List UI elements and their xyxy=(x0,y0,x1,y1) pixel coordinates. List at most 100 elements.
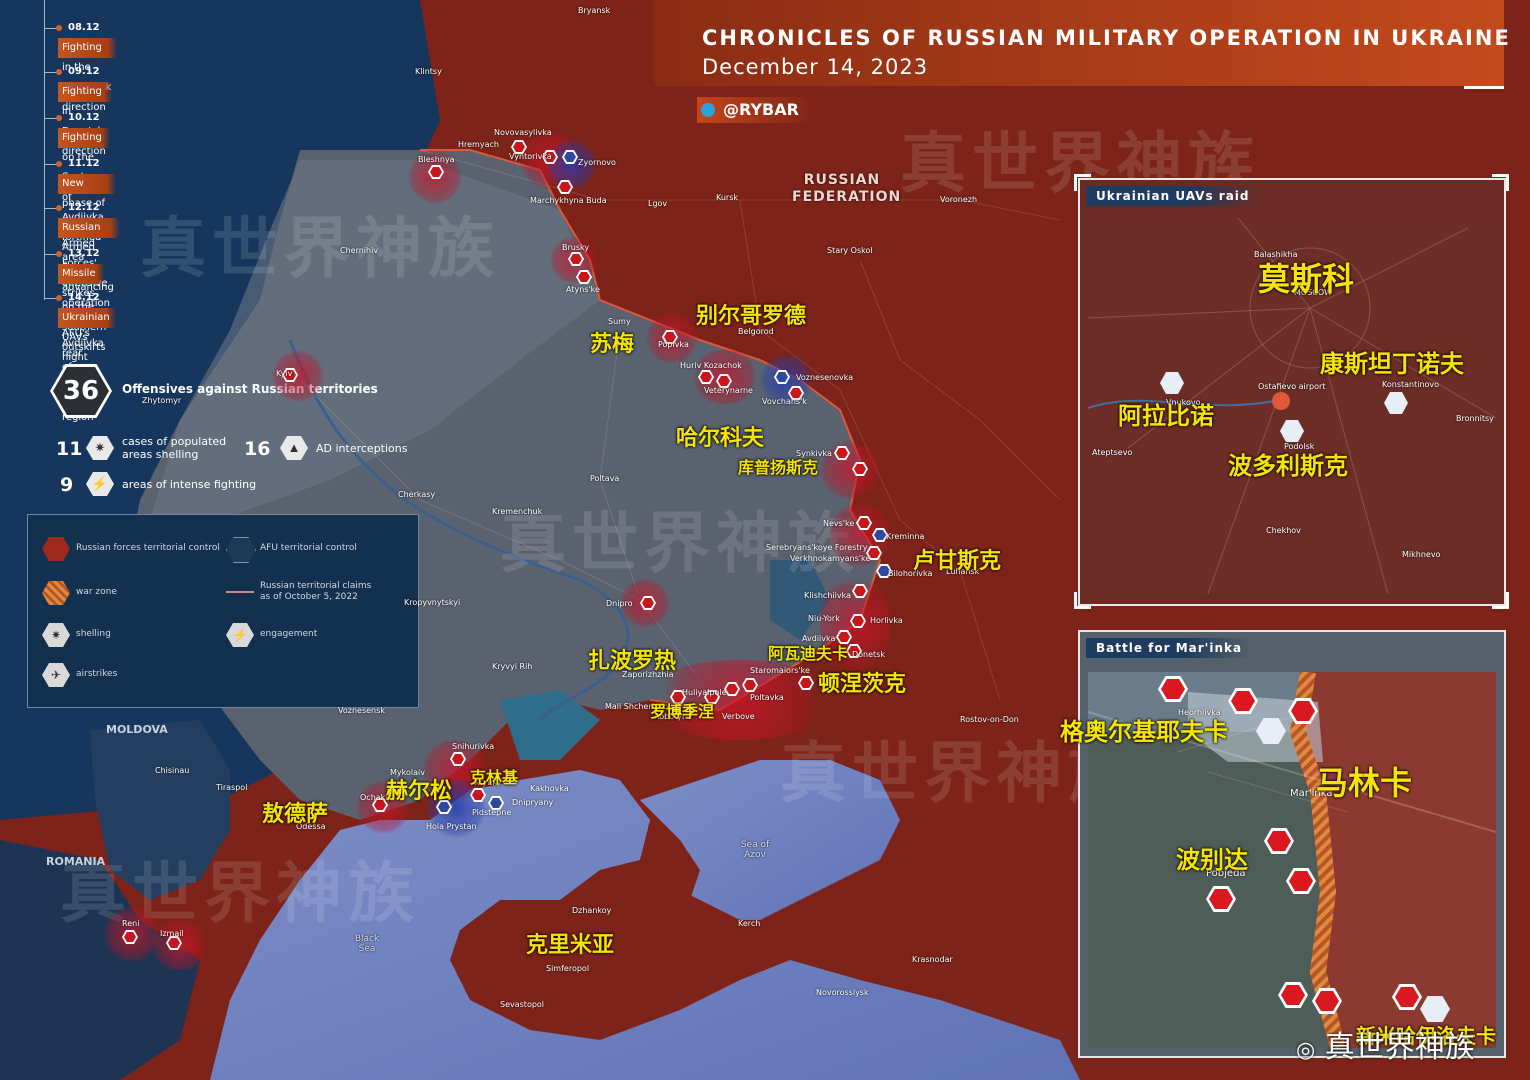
city-label: Kryvyi Rih xyxy=(492,662,533,671)
cn-label: 克林基 xyxy=(470,768,519,787)
frame-corner xyxy=(1074,592,1091,609)
city-label: Staromaiors'ke xyxy=(750,666,810,675)
cn-label: 库普扬斯克 xyxy=(738,458,819,477)
page-title: CHRONICLES OF RUSSIAN MILITARY OPERATION… xyxy=(702,26,1511,50)
city-label: Zhytomyr xyxy=(142,396,182,405)
fighting-label: areas of intense fighting xyxy=(122,478,257,491)
city-label: Sumy xyxy=(608,317,631,326)
city-label: Nevs'ke xyxy=(823,519,855,528)
timeline-dot xyxy=(56,161,62,167)
frame-corner xyxy=(1492,174,1509,191)
legend-label: AFU territorial control xyxy=(260,543,357,553)
place-label: Mikhnevo xyxy=(1402,550,1441,559)
place-label: Bronnitsy xyxy=(1456,414,1494,423)
brand-label: @RYBAR xyxy=(723,100,799,119)
timeline-date: 09.12 xyxy=(68,66,100,77)
city-label: Verkhnokamyans'ke xyxy=(790,554,871,563)
cn-label: 苏梅 xyxy=(590,332,635,357)
legend-label: engagement xyxy=(260,629,318,639)
shelling-label: cases of populated areas shelling xyxy=(122,435,227,461)
country-label: RUSSIAN FEDERATION xyxy=(792,172,902,205)
telegram-icon xyxy=(701,103,715,117)
legend-label: Russian territorial claims as of October… xyxy=(260,581,372,602)
inset-marinka: Battle for Mar'inka Heorhiivka Mar'inka … xyxy=(1060,630,1506,1058)
city-label: Novorossiysk xyxy=(816,988,869,997)
place-label: Konstantinovo xyxy=(1382,380,1440,389)
inset-uav-title: Ukrainian UAVs raid xyxy=(1086,186,1260,206)
city-label: Hola Prystan xyxy=(426,822,477,831)
city-label: Kropyvnytskyi xyxy=(404,598,461,607)
city-label: Veterynarne xyxy=(704,386,753,395)
city-label: Marchykhyna Buda xyxy=(530,196,607,205)
sea-label: Black Sea xyxy=(354,934,380,954)
city-label: Klishchiivka xyxy=(804,591,851,600)
telegram-handle[interactable]: @RYBAR xyxy=(697,97,817,123)
city-label: Cherkasy xyxy=(398,490,436,499)
city-label: Vyntorivka xyxy=(509,152,552,161)
inset-marinka-title: Battle for Mar'inka xyxy=(1086,638,1253,658)
timeline-dot xyxy=(56,251,62,257)
cn-label: 罗博季涅 xyxy=(650,702,715,721)
timeline-date: 13.12 xyxy=(68,248,100,259)
legend: Russian forces territorial control AFU t… xyxy=(27,514,419,708)
timeline-text: Fighting on the flanks of Avdiivka forti… xyxy=(58,128,110,263)
city-label: Kreminna xyxy=(886,532,925,541)
city-label: Lgov xyxy=(648,199,668,208)
timeline-date: 10.12 xyxy=(68,112,100,123)
city-label: Niu-York xyxy=(808,614,840,623)
city-label: Huliyaipole xyxy=(682,688,727,697)
city-label: Sevastopol xyxy=(500,1000,545,1009)
city-label: Bryansk xyxy=(578,6,611,15)
timeline-date: 12.12 xyxy=(68,202,100,213)
timeline-date: 08.12 xyxy=(68,22,100,33)
city-label: Horlivka xyxy=(870,616,903,625)
country-label: MOLDOVA xyxy=(106,723,168,736)
legend-label: airstrikes xyxy=(76,669,118,679)
cn-label: 康斯坦丁诺夫 xyxy=(1320,350,1464,378)
place-label: Ateptsevo xyxy=(1092,448,1133,457)
city-label: Dnipro xyxy=(606,599,633,608)
cn-label: 波多利斯克 xyxy=(1228,452,1348,480)
cn-label: 马林卡 xyxy=(1316,764,1413,802)
offensives-label: Offensives against Russian territories xyxy=(122,382,378,396)
airport-icon xyxy=(1272,392,1290,410)
city-label: Voznesensk xyxy=(338,706,385,715)
city-label: Donetsk xyxy=(852,650,885,659)
cn-label: 别尔哥罗德 xyxy=(696,304,807,329)
city-label: Popivka xyxy=(658,340,689,349)
watermark-3: 真世界神族 xyxy=(500,504,860,582)
inset-uav-raid: Ukrainian UAVs raid Balashikha MOSCOW Vn… xyxy=(1078,178,1506,606)
city-label: Voznesenovka xyxy=(796,373,854,382)
city-label: Rostov-on-Don xyxy=(960,715,1019,724)
timeline-text: Fighting in the Starobilsk direction xyxy=(58,38,118,113)
city-label: Kyiv xyxy=(276,369,293,378)
city-label: Chernihiv xyxy=(340,246,379,255)
city-label: Vovchans'k xyxy=(762,397,807,406)
city-label: Voronezh xyxy=(940,195,978,204)
ad-count: 16 xyxy=(244,438,271,460)
title-underline xyxy=(1464,86,1504,89)
city-label: Bleshnya xyxy=(418,155,455,164)
city-label: Izmail xyxy=(160,929,184,938)
frame-corner xyxy=(1074,174,1091,191)
legend-label: Russian forces territorial control xyxy=(76,543,220,553)
cn-label: 扎波罗热 xyxy=(588,649,677,674)
map-canvas: 真世界神族 真世界神族 真世界神族 真世界神族 真世界神族 CHRONICLES… xyxy=(0,0,1530,1080)
city-label: Stary Oskol xyxy=(827,246,873,255)
city-label: Poltavka xyxy=(750,693,784,702)
ad-label: AD interceptions xyxy=(316,442,408,455)
city-label: Hremyach xyxy=(458,140,499,149)
timeline-text: New phase of Russian Armed Forces' offen… xyxy=(58,174,117,349)
timeline-text: Missile strikes on AFU's rear objects xyxy=(58,264,105,379)
timeline-dot xyxy=(56,205,62,211)
timeline-dot xyxy=(56,25,62,31)
city-label: Chisinau xyxy=(155,766,190,775)
city-label: Poltava xyxy=(590,474,620,483)
city-label: Brusky xyxy=(562,243,590,252)
cn-label: 敖德萨 xyxy=(262,802,329,827)
city-label: Pidstepne xyxy=(472,808,512,817)
cn-label: 顿涅茨克 xyxy=(818,672,907,697)
page-date: December 14, 2023 xyxy=(702,55,929,79)
cn-label: 阿拉比诺 xyxy=(1118,402,1214,430)
city-label: Atyns'ke xyxy=(566,285,600,294)
